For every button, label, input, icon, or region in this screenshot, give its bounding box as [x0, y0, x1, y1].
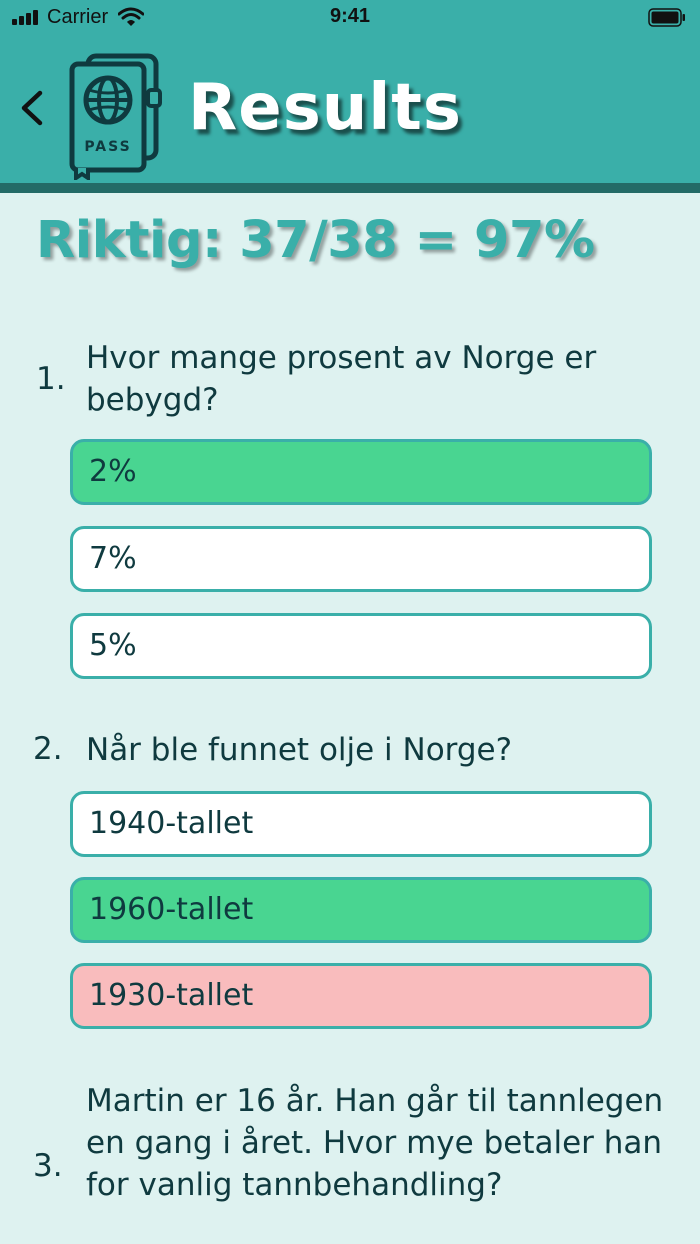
page-title: Results: [188, 71, 462, 145]
answer-option[interactable]: 1930-tallet: [70, 963, 652, 1029]
question-number: 3.: [33, 1148, 63, 1184]
question-text: Hvor mange prosent av Norge er bebygd?: [86, 340, 597, 418]
question-number: 2.: [33, 731, 63, 767]
clock-time: 9:41: [329, 5, 371, 27]
question-text: Når ble funnet olje i Norge?: [86, 732, 513, 768]
back-chevron-icon[interactable]: [16, 88, 50, 128]
header-divider: [0, 183, 700, 193]
answer-option[interactable]: 1960-tallet: [70, 877, 652, 943]
passport-label: PASS: [84, 139, 131, 155]
battery-icon: [648, 8, 685, 27]
status-bar: Carrier 9:41: [0, 0, 700, 40]
passport-icon: PASS: [69, 53, 162, 180]
answer-option[interactable]: 7%: [70, 526, 652, 592]
question-number: 1.: [36, 361, 66, 397]
score-summary: Riktig: 37/38 = 97%: [36, 211, 595, 270]
answer-option[interactable]: 5%: [70, 613, 652, 679]
answer-option[interactable]: 1940-tallet: [70, 791, 652, 857]
answer-option[interactable]: 2%: [70, 439, 652, 505]
question-text: Martin er 16 år. Han går til tannlegen e…: [86, 1083, 664, 1203]
